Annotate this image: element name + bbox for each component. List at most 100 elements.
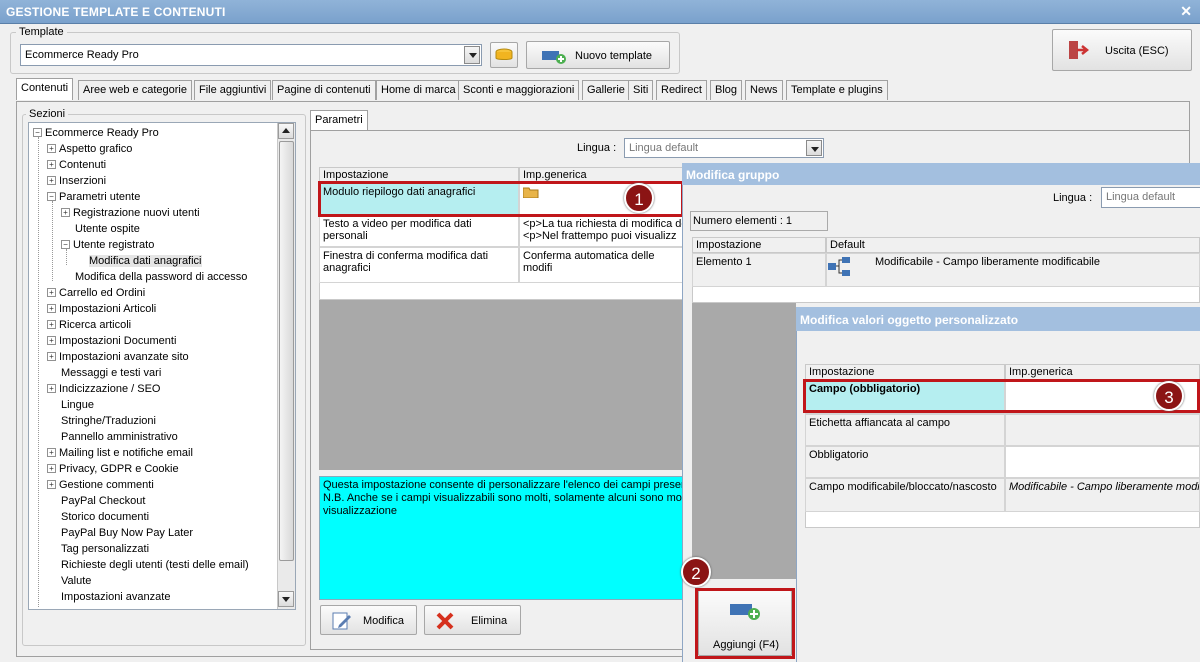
tree-node[interactable]: Utente ospite xyxy=(75,221,140,237)
tree-node[interactable]: − Utente registrato xyxy=(61,237,154,253)
expand-icon[interactable]: + xyxy=(47,479,56,489)
tab-redirect[interactable]: Redirect xyxy=(656,80,707,100)
expand-icon[interactable]: + xyxy=(47,303,56,313)
window-title-bar: GESTIONE TEMPLATE E CONTENUTI ✕ xyxy=(0,0,1200,24)
custom-row-name[interactable]: Obbligatorio xyxy=(805,446,1005,478)
tree-node[interactable]: + Ricerca articoli xyxy=(47,317,131,333)
expand-icon[interactable]: + xyxy=(47,447,56,457)
group-row-name[interactable]: Elemento 1 xyxy=(692,253,826,287)
expand-icon[interactable]: + xyxy=(47,287,56,297)
new-template-button[interactable]: Nuovo template xyxy=(526,41,670,69)
tab-contenuti[interactable]: Contenuti xyxy=(16,78,74,100)
tree-node[interactable]: Valute xyxy=(61,573,91,589)
group-lingua-value: Lingua default xyxy=(1106,191,1176,203)
tree-node[interactable]: + Contenuti xyxy=(47,157,106,173)
tab-parametri[interactable]: Parametri xyxy=(310,110,368,130)
lingua-select[interactable]: Lingua default xyxy=(624,138,824,158)
expand-icon[interactable]: + xyxy=(47,319,56,329)
collapse-icon[interactable]: − xyxy=(33,127,42,137)
expand-icon[interactable]: + xyxy=(47,335,56,345)
expand-icon[interactable]: + xyxy=(47,143,56,153)
scroll-up-icon[interactable] xyxy=(278,123,294,139)
tab-home-marca[interactable]: Home di marca xyxy=(376,80,461,100)
tab-template-plugins[interactable]: Template e plugins xyxy=(786,80,888,100)
group-row-value[interactable]: Modificabile - Campo liberamente modific… xyxy=(826,253,1200,287)
close-icon[interactable]: ✕ xyxy=(1180,3,1192,20)
modifica-button[interactable]: Modifica xyxy=(320,605,417,635)
tree-node[interactable]: − Parametri utente xyxy=(47,189,140,205)
tab-aree-web[interactable]: Aree web e categorie xyxy=(78,80,192,100)
expand-icon[interactable]: + xyxy=(47,351,56,361)
tree-node[interactable]: Lingue xyxy=(61,397,94,413)
tree-node[interactable]: Impostazioni avanzate xyxy=(61,589,170,605)
scroll-thumb[interactable] xyxy=(279,141,294,561)
chevron-down-icon[interactable] xyxy=(806,140,822,156)
expand-icon[interactable]: + xyxy=(47,175,56,185)
tree-node[interactable]: + Mailing list e notifiche email xyxy=(47,445,193,461)
custom-row-value[interactable]: Modificabile - Campo liberamente modific xyxy=(1005,478,1200,512)
elimina-button[interactable]: Elimina xyxy=(424,605,521,635)
tab-siti[interactable]: Siti xyxy=(628,80,654,100)
custom-row-value[interactable] xyxy=(1005,446,1200,478)
expand-icon[interactable]: + xyxy=(47,159,56,169)
param-row-value[interactable]: Conferma automatica delle modifi xyxy=(519,247,689,283)
tree-scrollbar[interactable] xyxy=(277,123,295,609)
database-icon xyxy=(495,48,513,60)
col-header[interactable]: Default xyxy=(826,237,1200,253)
chevron-down-icon[interactable] xyxy=(464,46,480,64)
tree-node[interactable]: PayPal Buy Now Pay Later xyxy=(61,525,193,541)
tree-node-selected[interactable]: Modifica dati anagrafici xyxy=(89,253,202,269)
tree-node[interactable]: − Ecommerce Ready Pro xyxy=(33,125,159,141)
tab-pagine-contenuti[interactable]: Pagine di contenuti xyxy=(272,80,376,100)
add-icon xyxy=(542,51,566,64)
database-button[interactable] xyxy=(490,42,518,68)
tree-node[interactable]: Richieste degli utenti (testi delle emai… xyxy=(61,557,249,573)
new-template-label: Nuovo template xyxy=(575,50,653,62)
tree-node[interactable]: + Carrello ed Ordini xyxy=(47,285,145,301)
expand-icon[interactable]: + xyxy=(47,383,56,393)
tree-node[interactable]: + Impostazioni Documenti xyxy=(47,333,176,349)
col-header[interactable]: Impostazione xyxy=(805,364,1005,380)
tab-sconti[interactable]: Sconti e maggiorazioni xyxy=(458,80,580,100)
tree-node[interactable]: Stringhe/Traduzioni xyxy=(61,413,156,429)
lingua-select-value: Lingua default xyxy=(629,142,699,154)
tab-file-aggiuntivi[interactable]: File aggiuntivi xyxy=(194,80,272,100)
param-row-value[interactable]: <p>La tua richiesta di modifica de <p>Ne… xyxy=(519,215,689,247)
custom-row-name[interactable]: Campo modificabile/bloccato/nascosto xyxy=(805,478,1005,512)
tree-node[interactable]: + Gestione commenti xyxy=(47,477,154,493)
group-lingua-select[interactable]: Lingua default xyxy=(1101,187,1200,208)
tree-node[interactable]: + Indicizzazione / SEO xyxy=(47,381,161,397)
tab-gallerie[interactable]: Gallerie xyxy=(582,80,630,100)
tab-blog[interactable]: Blog xyxy=(710,80,743,100)
collapse-icon[interactable]: − xyxy=(47,191,56,201)
custom-row-name[interactable]: Etichetta affiancata al campo xyxy=(805,414,1005,446)
custom-row-value[interactable] xyxy=(1005,414,1200,446)
expand-icon[interactable]: + xyxy=(61,207,70,217)
element-count: Numero elementi : 1 xyxy=(690,211,828,231)
tree-node[interactable]: + Impostazioni avanzate sito xyxy=(47,349,189,365)
expand-icon[interactable]: + xyxy=(47,463,56,473)
tree-node[interactable]: + Registrazione nuovi utenti xyxy=(61,205,200,221)
tree-node[interactable]: Modifica della password di accesso xyxy=(75,269,247,285)
tree-node[interactable]: Pannello amministrativo xyxy=(61,429,178,445)
tree-node[interactable]: + Aspetto grafico xyxy=(47,141,132,157)
tree-node[interactable]: PayPal Checkout xyxy=(61,493,145,509)
col-header[interactable]: Impostazione xyxy=(692,237,826,253)
scroll-down-icon[interactable] xyxy=(278,591,294,607)
col-header[interactable]: Imp.generica xyxy=(1005,364,1200,380)
tree-node[interactable]: Tag personalizzati xyxy=(61,541,149,557)
template-select[interactable]: Ecommerce Ready Pro xyxy=(20,44,482,66)
group-row-value-text: Modificabile - Campo liberamente modific… xyxy=(875,256,1100,268)
tree-node[interactable]: + Impostazioni Articoli xyxy=(47,301,156,317)
param-row-name[interactable]: Testo a video per modifica dati personal… xyxy=(319,215,519,247)
group-dialog-title: Modifica gruppo xyxy=(682,163,1200,185)
tree-node[interactable]: + Inserzioni xyxy=(47,173,106,189)
param-row-name[interactable]: Finestra di conferma modifica dati anagr… xyxy=(319,247,519,283)
exit-icon xyxy=(1069,41,1089,59)
tree-node[interactable]: + Privacy, GDPR e Cookie xyxy=(47,461,179,477)
exit-button[interactable]: Uscita (ESC) xyxy=(1052,29,1192,71)
collapse-icon[interactable]: − xyxy=(61,239,70,249)
tab-news[interactable]: News xyxy=(745,80,783,100)
tree-node[interactable]: Messaggi e testi vari xyxy=(61,365,161,381)
tree-node[interactable]: Storico documenti xyxy=(61,509,149,525)
